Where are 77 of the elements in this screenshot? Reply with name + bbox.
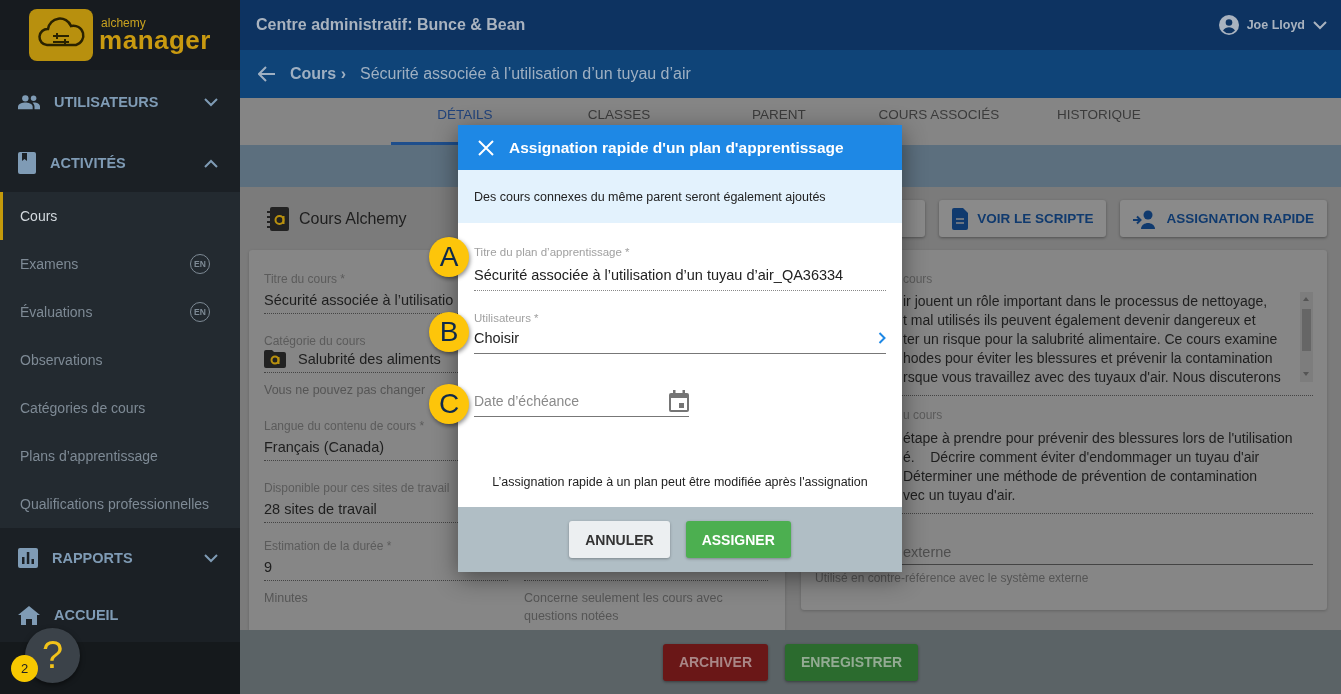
assign-button[interactable]: ASSIGNER [685,521,791,558]
user-name[interactable]: Joe Lloyd [1246,18,1305,32]
tab[interactable]: COURS ASSOCIÉS [859,98,1019,145]
field-label: Utilisateurs * [474,311,540,325]
nav-item-label: Catégories de cours [20,400,147,416]
nav-item[interactable]: Qualifications professionnelles [0,480,240,528]
notification-badge: 2 [11,655,38,682]
people-icon [18,94,40,110]
nav-item-label: Observations [20,352,104,368]
nav-item-label: Plans d’apprentissage [20,448,159,464]
cancel-button[interactable]: ANNULER [569,521,670,558]
nav-item[interactable]: Catégories de cours [0,384,240,432]
scrollbar[interactable] [1300,292,1313,382]
nav-section[interactable]: RAPPORTS [0,528,240,588]
bar-chart-icon [18,548,38,568]
text-line: rsque vous travaillez avec des tuyaux d'air. Nous discuterons [903,368,1282,387]
account-icon [1218,15,1239,35]
section-heading: Cours Alchemy [299,209,407,228]
chevron-right-icon [878,332,886,344]
text-line: t mal utilisés ils peuvent également devenir dangereux et [903,311,1257,330]
archive-button[interactable]: ARCHIVER [662,643,768,681]
text-line: étape à prendre pour prévenir des blessures lors de l'utilisation [903,429,1294,448]
dialog-notice: Des cours connexes du même parent seront également ajoutés [458,170,902,223]
text-line: vec un tuyau d'air. [903,486,1017,505]
nav-item-label: Évaluations [20,304,94,320]
nav-item[interactable]: Plans d’apprentissage [0,432,240,480]
nav-section-label: RAPPORTS [52,550,134,566]
nav-item[interactable]: Observations [0,336,240,384]
callout-marker: C [429,384,469,424]
close-icon[interactable] [478,139,494,156]
save-button[interactable]: ENREGISTRER [785,643,919,681]
nav-item-label: Cours [20,208,59,224]
action-button[interactable]: VOIR LE SCRIPTE [939,200,1107,237]
chevron-down-icon [1313,20,1327,30]
breadcrumb-current: Sécurité associée à l’utilisation d’un tuyau d’air [360,65,691,83]
text-line: ter un risque pour la salubrité alimentaire. Ce cours examine [903,330,1279,349]
document-icon [952,207,969,230]
nav-section-label: UTILISATEURS [54,94,160,110]
breadcrumb-link[interactable]: Cours › [290,65,346,83]
calendar-icon[interactable] [669,390,689,412]
home-icon [18,605,40,625]
nav-section-label: ACCUEIL [54,607,120,623]
field-value: 28 sites de travail [264,500,377,518]
callout-marker: B [429,312,469,352]
add-person-icon [1133,208,1158,229]
nav-item[interactable]: Évaluations EN [0,288,240,336]
nav-section[interactable]: ACCUEIL [0,588,240,642]
action-button[interactable]: ASSIGNATION RAPIDE [1120,200,1327,237]
nav-section[interactable]: UTILISATEURS [0,70,240,134]
plan-title-field[interactable]: Sécurité associée à l’utilisation d’un tuyau d’air_QA36334 [474,259,886,291]
text-line: Déterminer une méthode de prévention de contamination [903,467,1259,486]
page-title: Centre administratif: Bunce & Bean [256,16,527,34]
book-icon [18,152,36,174]
nav-item-label: Examens [20,256,80,272]
field-value-text: Salubrité des aliments [298,350,441,368]
dialog-note: L’assignation rapide à un plan peut être modifiée après l'assignation [491,475,869,489]
due-date-field[interactable]: Date d’échéance [474,390,689,417]
nav-item-label: Qualifications professionnelles [20,496,210,512]
back-arrow-icon[interactable] [258,66,276,82]
field-value: Français (Canada) [264,438,385,456]
nav-item[interactable]: Examens EN [0,240,240,288]
field-value: Sécurité associée à l’utilisatio [264,291,454,309]
text-line: hodes pour éviter les blessures et prévenir la contamination [903,349,1274,368]
nav-section[interactable]: ACTIVITÉS [0,134,240,192]
date-placeholder: Date d’échéance [474,393,580,409]
category-folder-icon [264,350,286,368]
field-value: 9 [264,558,273,576]
text-line: ir jouent un rôle important dans le processus de nettoyage, [903,292,1269,311]
logo-text: alchemy [101,17,147,29]
callout-marker: A [429,237,469,277]
field-label: Titre du plan d’apprentissage * [474,245,631,259]
users-picker[interactable]: Choisir [474,325,886,354]
text-line: é. Décrire comment éviter d'endommager un tuyau d'air [903,448,1261,467]
course-book-icon [267,206,289,231]
cloud-logo-icon [29,9,94,61]
nav-section-label: ACTIVITÉS [50,155,127,171]
tab[interactable]: HISTORIQUE [1019,98,1179,145]
